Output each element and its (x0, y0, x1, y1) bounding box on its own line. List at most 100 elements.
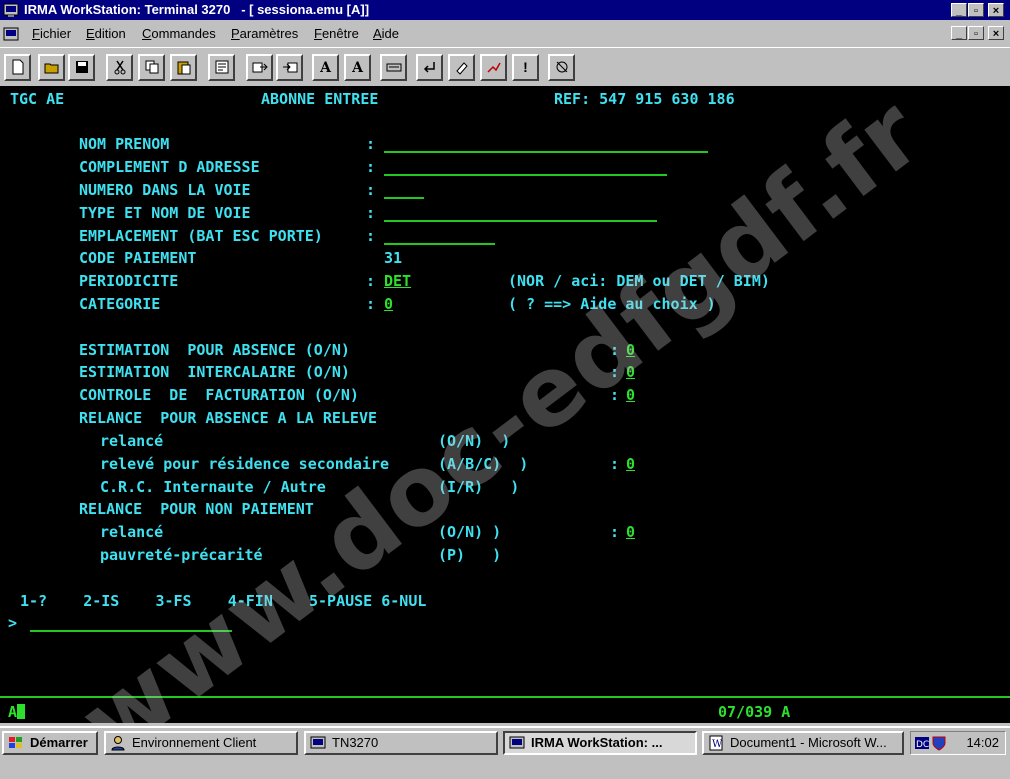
colon: : (610, 455, 620, 473)
new-button[interactable] (4, 54, 31, 81)
command-input[interactable] (30, 614, 232, 632)
nom-prenom-field[interactable] (384, 135, 708, 153)
numero-voie-field[interactable] (384, 181, 424, 199)
screen-code: TGC AE (10, 90, 65, 108)
task-document1-word[interactable]: W Document1 - Microsoft W... (702, 731, 904, 755)
label-relance: relancé (100, 523, 164, 541)
maximize-button[interactable]: ▫ (968, 3, 984, 17)
estimation-intercalaire-field[interactable]: 0 (626, 363, 635, 381)
label-estimation-absence: ESTIMATION POUR ABSENCE (O/N) (79, 341, 350, 359)
attention-icon: ! (523, 59, 528, 75)
colon: : (610, 523, 620, 541)
menu-commandes[interactable]: Commandes (142, 26, 216, 42)
hotspot-icon (556, 61, 567, 73)
categorie-field[interactable]: 0 (384, 295, 393, 313)
attention-button[interactable]: ! (512, 54, 539, 81)
hotspot-button[interactable] (548, 54, 575, 81)
keyboard-button[interactable] (380, 54, 407, 81)
controle-facturation-field[interactable]: 0 (626, 386, 635, 404)
estimation-absence-field[interactable]: 0 (626, 341, 635, 359)
cut-button[interactable] (106, 54, 133, 81)
label-complement-adresse: COMPLEMENT D ADRESSE (79, 158, 260, 176)
releve-residence-field[interactable]: 0 (626, 455, 635, 473)
doc-minimize-button[interactable]: _ (951, 26, 967, 40)
document-icon (3, 27, 19, 41)
user-icon (111, 736, 125, 751)
macro-button[interactable] (208, 54, 235, 81)
relance-hint: (O/N) ) (438, 432, 511, 450)
erase-button[interactable] (448, 54, 475, 81)
minimize-button[interactable]: _ (951, 3, 967, 17)
record-icon (486, 62, 501, 73)
label-controle-facturation: CONTROLE DE FACTURATION (O/N) (79, 386, 359, 404)
task-irma-workstation[interactable]: IRMA WorkStation: ... (503, 731, 697, 755)
label-releve-residence: relevé pour résidence secondaire (100, 455, 389, 473)
task-tn3270[interactable]: TN3270 (304, 731, 498, 755)
status-left: A (8, 703, 26, 721)
emplacement-field[interactable] (384, 227, 495, 245)
label-estimation-intercalaire: ESTIMATION INTERCALAIRE (O/N) (79, 363, 350, 381)
menu-bar: Fichier Edition Commandes Paramètres Fen… (0, 22, 1010, 46)
periodicite-field[interactable]: DET (384, 272, 411, 290)
colon: : (366, 135, 376, 153)
record-button[interactable] (480, 54, 507, 81)
clock: 14:02 (966, 735, 999, 750)
menu-edition[interactable]: Edition (86, 26, 126, 42)
menu-fichier[interactable]: Fichier (32, 26, 71, 42)
macro-icon (215, 60, 228, 74)
start-button[interactable]: Démarrer (2, 731, 98, 755)
font-icon: A (352, 60, 363, 76)
menu-parametres[interactable]: Paramètres (231, 26, 298, 42)
label-numero-voie: NUMERO DANS LA VOIE (79, 181, 251, 199)
task-label: TN3270 (332, 735, 379, 750)
copy-icon (145, 60, 158, 74)
categorie-hint: ( ? ==> Aide au choix ) (508, 295, 716, 313)
menu-aide[interactable]: Aide (373, 26, 399, 42)
open-button[interactable] (38, 54, 65, 81)
svg-text:DC: DC (916, 740, 929, 750)
cut-icon (114, 60, 125, 75)
releve-hint: (A/B/C) ) (438, 455, 529, 473)
title-bar: IRMA WorkStation: Terminal 3270 - [ sess… (0, 0, 1010, 20)
label-type-nom-voie: TYPE ET NOM DE VOIE (79, 204, 251, 222)
font-button[interactable]: A (344, 54, 371, 81)
transfer-send-button[interactable] (246, 54, 273, 81)
label-relance: relancé (100, 432, 164, 450)
terminal-icon (310, 736, 326, 749)
code-paiement-value: 31 (384, 249, 403, 267)
type-nom-voie-field[interactable] (384, 204, 657, 222)
relance-paiement-field[interactable]: 0 (626, 523, 635, 541)
status-divider (0, 696, 1010, 698)
terminal-icon (509, 736, 525, 749)
paste-button[interactable] (170, 54, 197, 81)
label-relance-absence: RELANCE POUR ABSENCE A LA RELEVE (79, 409, 378, 427)
copy-button[interactable] (138, 54, 165, 81)
colon: : (366, 272, 376, 290)
tray-icons[interactable]: DC (915, 735, 947, 751)
screen-title: ABONNE ENTREE (261, 90, 379, 108)
window-title: IRMA WorkStation: Terminal 3270 - [ sess… (24, 2, 370, 17)
colon: : (610, 363, 620, 381)
colon: : (366, 204, 376, 222)
close-button[interactable]: × (988, 3, 1004, 17)
font-size-button[interactable]: A (312, 54, 339, 81)
open-icon (44, 63, 58, 74)
colon: : (610, 341, 620, 359)
colon: : (366, 158, 376, 176)
task-environnement-client[interactable]: Environnement Client (104, 731, 298, 755)
complement-adresse-field[interactable] (384, 158, 667, 176)
pauvrete-hint: (P) ) (438, 546, 502, 564)
system-tray: DC 14:02 (910, 731, 1006, 755)
taskbar: Démarrer Environnement Client TN3270 IRM… (0, 726, 1010, 758)
doc-restore-button[interactable]: ▫ (968, 26, 984, 40)
return-button[interactable] (416, 54, 443, 81)
svg-text:W: W (712, 739, 723, 750)
reference-number: REF: 547 915 630 186 (554, 90, 735, 108)
terminal-screen[interactable]: TGC AE ABONNE ENTREE REF: 547 915 630 18… (0, 86, 1010, 723)
erase-icon (455, 62, 468, 75)
save-button[interactable] (68, 54, 95, 81)
doc-close-button[interactable]: × (988, 26, 1004, 40)
menu-fenetre[interactable]: Fenêtre (314, 26, 359, 42)
transfer-receive-button[interactable] (276, 54, 303, 81)
label-emplacement: EMPLACEMENT (BAT ESC PORTE) (79, 227, 323, 245)
